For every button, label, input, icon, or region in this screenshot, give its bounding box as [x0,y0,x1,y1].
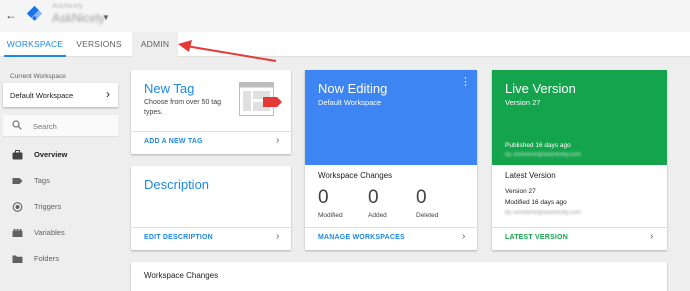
gtm-logo-icon [26,5,43,22]
added-count: 0 [368,187,379,208]
workspace-changes-title: Workspace Changes [318,171,393,180]
card-divider [305,227,477,228]
current-workspace-label: Current Workspace [10,73,66,80]
added-label: Added [368,212,387,219]
card-divider [131,131,291,132]
live-version-card: Live Version Version 27 Published 16 day… [492,70,667,250]
chevron-down-icon[interactable]: ▼ [102,13,110,22]
sidebar-item-label: Overview [34,150,68,159]
tab-bar: WORKSPACE VERSIONS ADMIN [0,32,690,57]
deleted-count: 0 [416,187,427,208]
sidebar-item-label: Tags [34,176,50,185]
sidebar-item-overview[interactable]: Overview [0,146,124,164]
chevron-right-icon[interactable]: › [276,135,279,146]
search-box [3,115,118,137]
latest-modified-by: by someone@asknicely.com [505,210,582,216]
variables-icon [12,229,23,237]
live-version-title: Live Version [505,81,576,96]
tag-icon [12,178,23,184]
now-editing-workspace: Default Workspace [318,98,382,107]
description-card: Description EDIT DESCRIPTION › [131,166,291,250]
published-date: Published 16 days ago [505,142,571,149]
new-tag-card[interactable]: New Tag Choose from over 50 tag types. A… [131,70,291,154]
tab-workspace[interactable]: WORKSPACE [4,32,66,57]
workspace-name: Default Workspace [10,91,74,100]
live-version-header: Live Version Version 27 Published 16 day… [492,70,667,165]
modified-count: 0 [318,187,329,208]
workspace-selector[interactable]: Default Workspace › [3,83,118,107]
tab-admin[interactable]: ADMIN [132,32,178,57]
card-divider [131,227,291,228]
description-title: Description [144,177,210,192]
edit-description-link[interactable]: EDIT DESCRIPTION [144,234,213,241]
trigger-icon [12,202,23,212]
chevron-right-icon[interactable]: › [276,231,279,242]
published-by: by someone@asknicely.com [505,152,582,158]
tag-illustration-icon [239,82,282,116]
deleted-label: Deleted [416,212,439,219]
search-input[interactable] [33,119,113,133]
sidebar: Current Workspace Default Workspace › Ov… [0,58,124,291]
modified-label: Modified [318,212,343,219]
live-version-number: Version 27 [505,98,541,107]
search-icon [12,120,22,130]
latest-modified-date: Modified 16 days ago [505,199,567,206]
sidebar-item-triggers[interactable]: Triggers [0,198,124,216]
now-editing-card: Now Editing Default Workspace ⋮ Workspac… [305,70,477,250]
latest-version-title: Latest Version [505,171,556,180]
folder-icon [12,255,23,263]
arrow-back-icon[interactable]: ← [4,8,18,22]
sidebar-item-label: Triggers [34,202,62,211]
new-tag-title: New Tag [144,81,195,96]
sidebar-item-folders[interactable]: Folders [0,250,124,268]
latest-version-number: Version 27 [505,188,536,195]
now-editing-header: Now Editing Default Workspace ⋮ [305,70,477,165]
container-name[interactable]: AskNicely [52,11,105,25]
sidebar-item-tags[interactable]: Tags [0,172,124,190]
now-editing-title: Now Editing [318,81,388,96]
workspace-changes-section: Workspace Changes [131,262,667,291]
latest-version-link[interactable]: LATEST VERSION [505,234,568,241]
chevron-right-icon: › [106,87,110,101]
new-tag-description: Choose from over 50 tag types. [144,99,222,116]
top-bar: ← AskNicely AskNicely ▼ [0,0,690,32]
sidebar-item-label: Variables [34,228,65,237]
chevron-right-icon[interactable]: › [462,231,465,242]
sidebar-item-variables[interactable]: Variables [0,224,124,242]
add-new-tag-link[interactable]: ADD A NEW TAG [144,138,203,145]
card-divider [492,227,667,228]
manage-workspaces-link[interactable]: MANAGE WORKSPACES [318,234,405,241]
briefcase-icon [12,150,23,160]
more-vert-icon[interactable]: ⋮ [460,77,471,88]
sidebar-item-label: Folders [34,254,60,263]
section-title: Workspace Changes [144,271,219,280]
annotation-arrow-icon [178,40,277,62]
tab-versions[interactable]: VERSIONS [66,32,132,57]
chevron-right-icon[interactable]: › [650,231,653,242]
account-label: AskNicely [52,3,83,10]
